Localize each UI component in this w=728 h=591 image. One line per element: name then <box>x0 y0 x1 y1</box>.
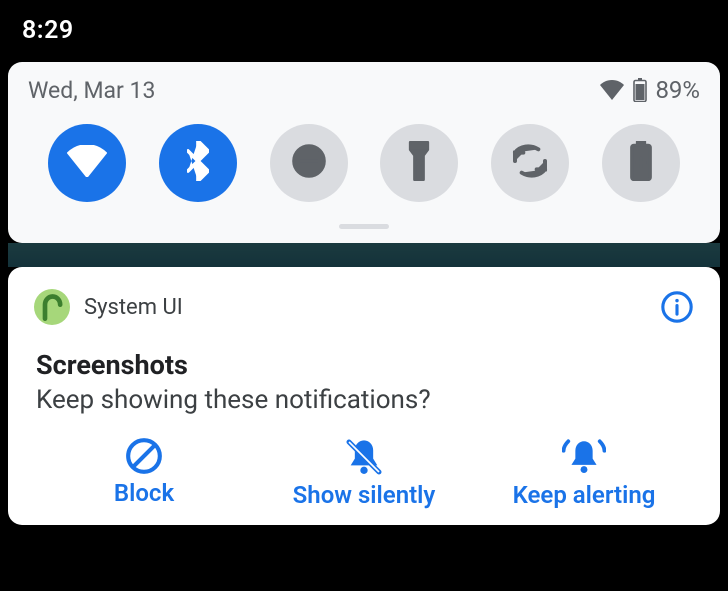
bell-off-icon <box>344 437 384 477</box>
action-block-label: Block <box>114 479 174 507</box>
wifi-icon <box>67 145 107 181</box>
action-block[interactable]: Block <box>35 437 253 509</box>
notification-title: Screenshots <box>36 349 694 381</box>
qs-tile-flashlight[interactable] <box>380 124 458 202</box>
flashlight-icon <box>407 141 431 185</box>
battery-status-icon <box>633 78 647 102</box>
status-bar: 8:29 <box>0 0 728 60</box>
app-icon-android-p <box>34 289 70 325</box>
bluetooth-icon <box>187 141 209 185</box>
notification-actions: Block Show silently Keep alerting <box>34 425 694 509</box>
notification-body: Screenshots Keep showing these notificat… <box>34 325 694 425</box>
qs-tile-battery-saver[interactable] <box>602 124 680 202</box>
quick-settings-panel: Wed, Mar 13 89% <box>8 62 720 243</box>
battery-plus-icon <box>629 141 653 185</box>
qs-tile-bluetooth[interactable] <box>159 124 237 202</box>
notification-text: Keep showing these notifications? <box>36 385 694 415</box>
qs-tile-dnd[interactable] <box>270 124 348 202</box>
action-show-silently[interactable]: Show silently <box>255 437 473 509</box>
qs-header: Wed, Mar 13 89% <box>28 76 700 118</box>
app-name: System UI <box>84 295 183 320</box>
notification-header: System UI <box>34 289 694 325</box>
action-alert-label: Keep alerting <box>513 481 656 509</box>
block-icon <box>125 437 163 475</box>
status-time: 8:29 <box>22 16 74 45</box>
notification-card: System UI Screenshots Keep showing these… <box>8 267 720 525</box>
action-keep-alerting[interactable]: Keep alerting <box>475 437 693 509</box>
action-silent-label: Show silently <box>293 481 436 509</box>
wallpaper-strip <box>8 243 720 267</box>
qs-tile-wifi[interactable] <box>48 124 126 202</box>
qs-expand-handle[interactable] <box>339 224 389 229</box>
dnd-icon <box>291 143 327 183</box>
info-button[interactable] <box>660 290 694 324</box>
bell-ring-icon <box>562 437 606 477</box>
rotate-icon <box>510 141 550 185</box>
qs-status-icons: 89% <box>599 76 700 104</box>
wifi-status-icon <box>599 80 625 100</box>
battery-percentage: 89% <box>655 76 700 104</box>
qs-tiles-row <box>28 118 700 214</box>
qs-date: Wed, Mar 13 <box>28 77 155 104</box>
qs-tile-rotate[interactable] <box>491 124 569 202</box>
